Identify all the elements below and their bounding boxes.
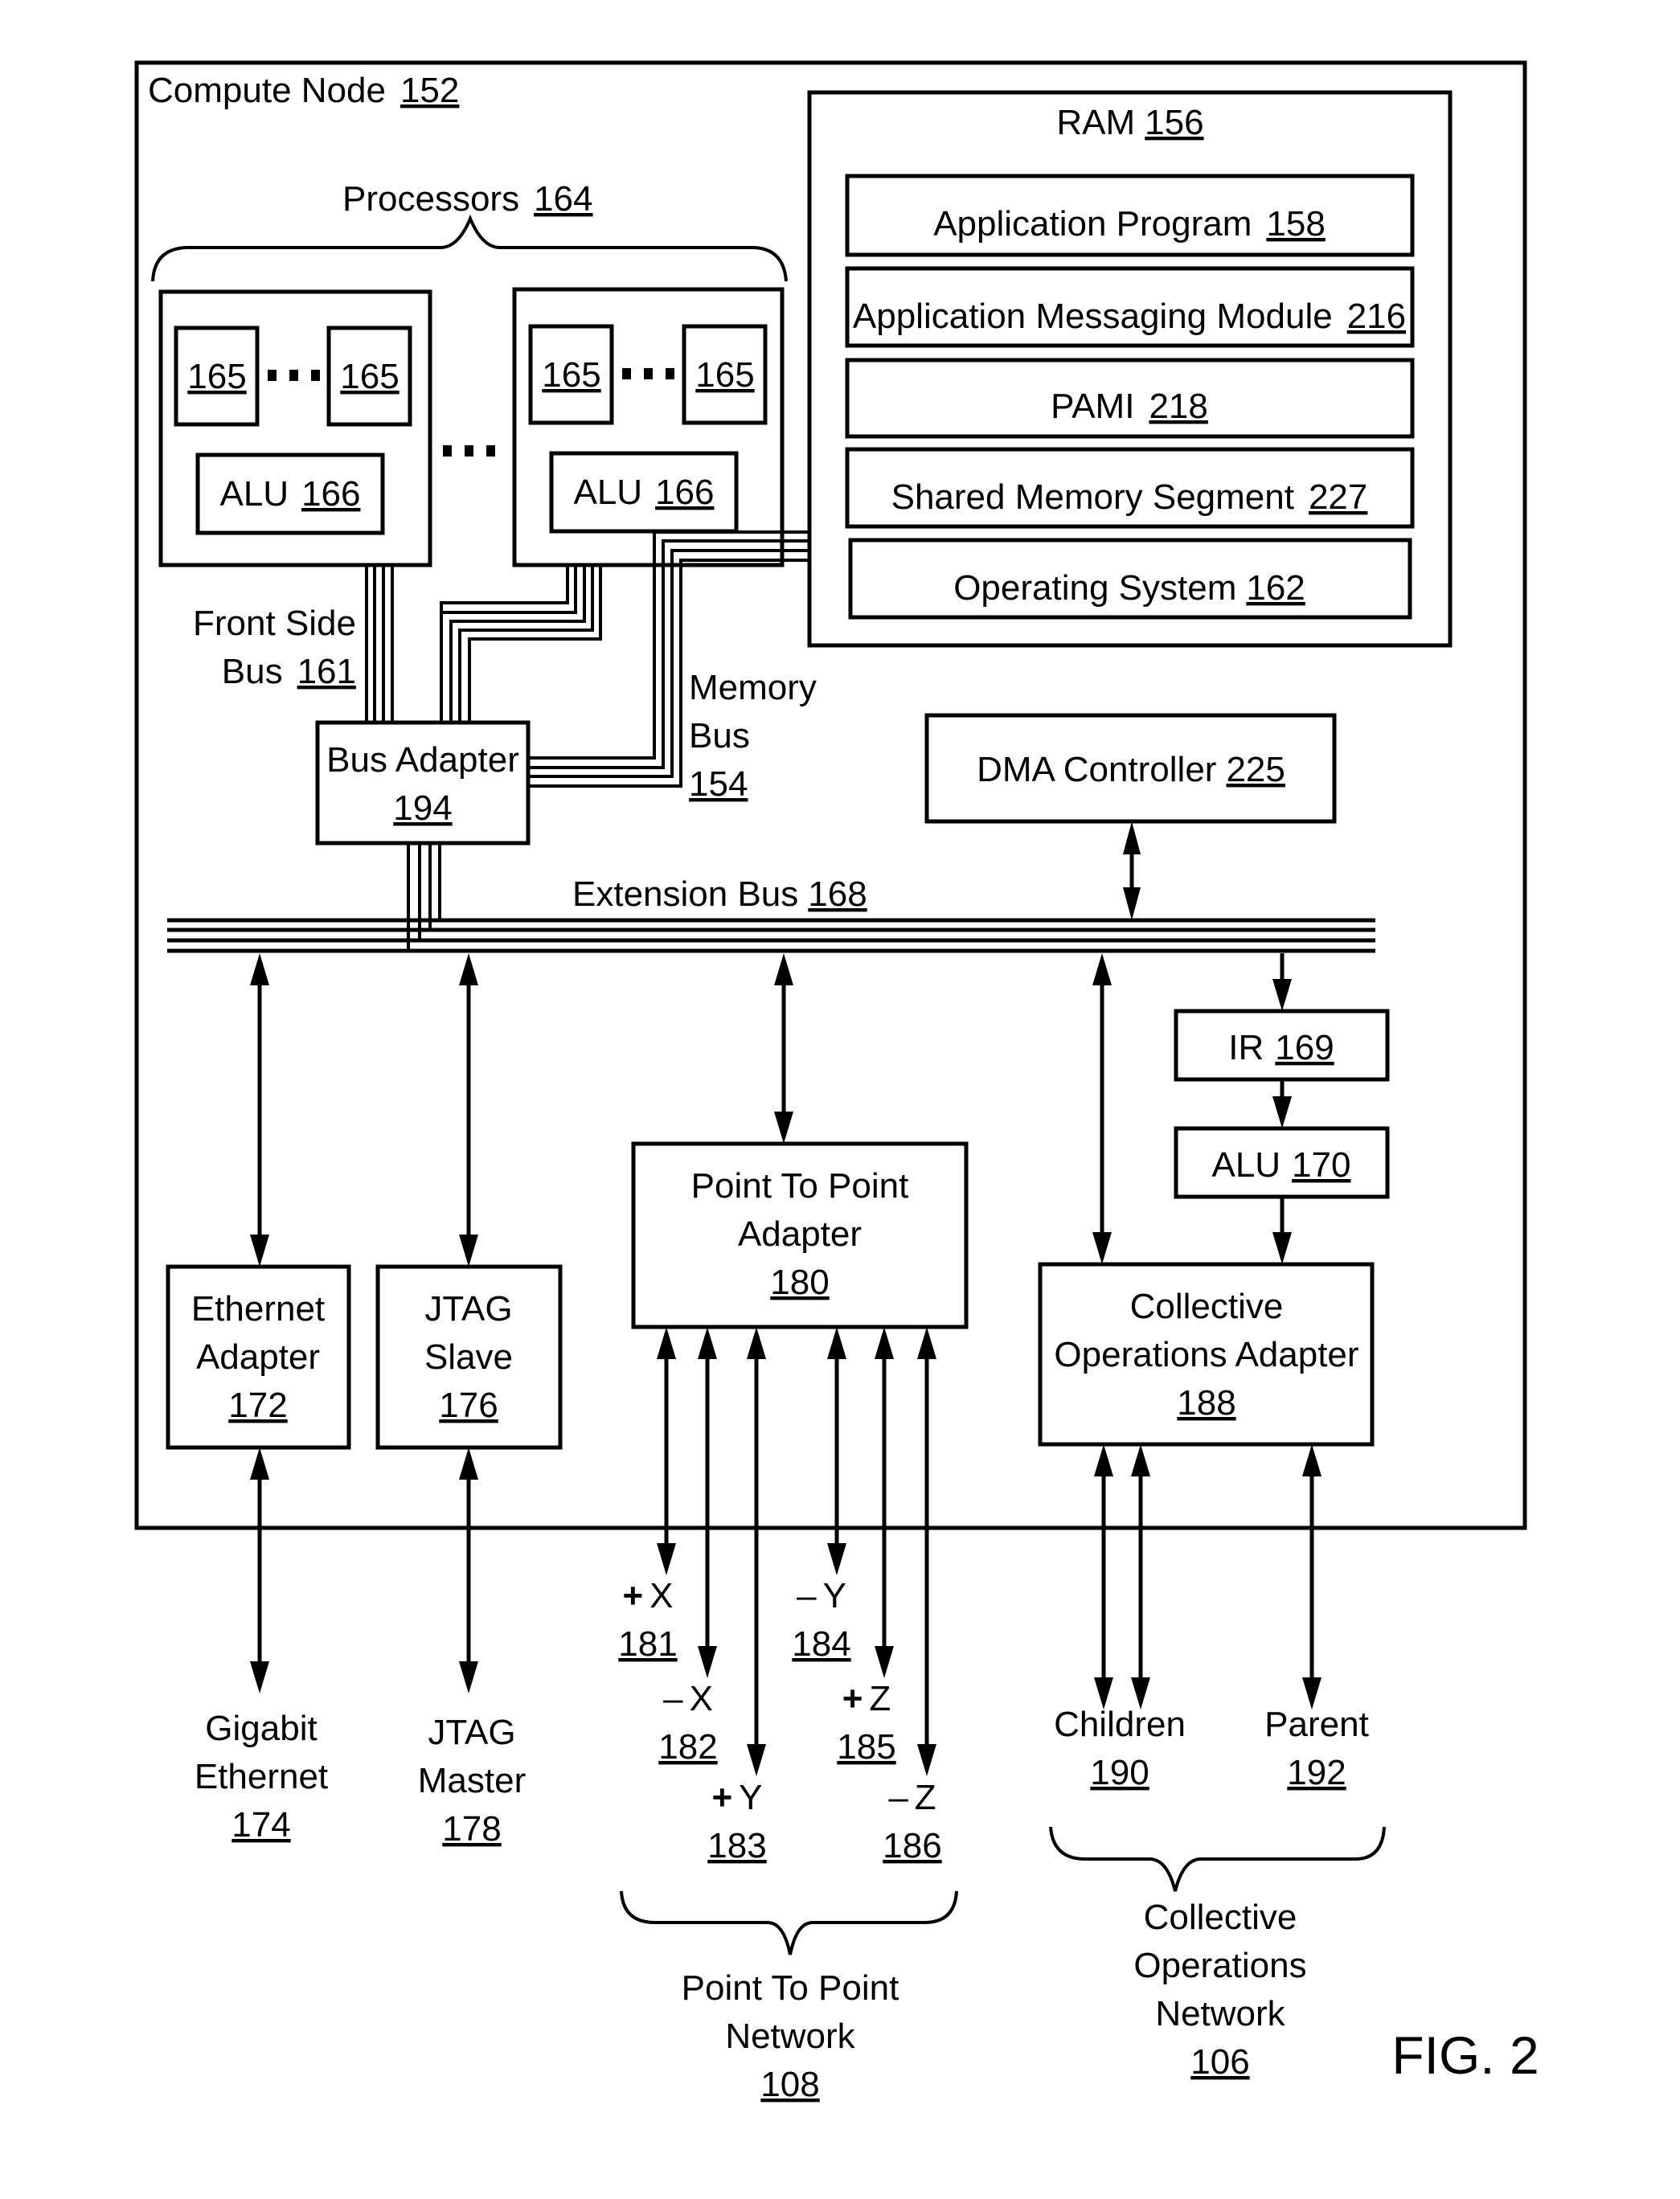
arrowhead xyxy=(459,1661,478,1693)
p2p-link-plus-z: + Z 185 xyxy=(837,1679,895,1767)
jtag-master-label: Master xyxy=(418,1761,526,1800)
children-label: Children xyxy=(1054,1705,1186,1744)
ethernet-adapter-ref: 172 xyxy=(228,1386,287,1425)
p2p-network-label: Point To Point xyxy=(682,1968,899,2008)
figure-label: FIG. 2 xyxy=(1391,2025,1539,2085)
svg-text:184: 184 xyxy=(792,1624,850,1664)
arrowhead xyxy=(747,1744,766,1776)
p2p-network-label: Network xyxy=(725,2017,855,2056)
ellipsis-dots xyxy=(622,368,674,379)
ram-label: RAM 156 xyxy=(1056,103,1203,142)
memory-bus-label: Bus xyxy=(689,716,750,756)
core-ref: 165 xyxy=(695,355,754,395)
collective-adapter-ref: 188 xyxy=(1177,1383,1235,1423)
collective-adapter-label: Operations Adapter xyxy=(1054,1335,1358,1374)
collective-network-label: Network xyxy=(1155,1994,1285,2033)
processors-label: Processors 164 xyxy=(342,179,593,219)
svg-text:185: 185 xyxy=(837,1727,895,1767)
parent-ref: 192 xyxy=(1287,1753,1346,1792)
core-ref: 165 xyxy=(340,357,399,396)
processor-2: 165 165 ALU 166 xyxy=(512,287,785,567)
svg-text:181: 181 xyxy=(618,1624,677,1664)
svg-text:186: 186 xyxy=(883,1826,941,1865)
dma-controller-label: DMA Controller 225 xyxy=(977,750,1285,789)
arrowhead xyxy=(657,1543,676,1575)
children-ref: 190 xyxy=(1090,1753,1149,1792)
extension-bus-label: Extension Bus 168 xyxy=(572,874,867,914)
arrowhead xyxy=(917,1744,936,1776)
memory-bus-ref: 154 xyxy=(689,764,748,804)
svg-text:+X: + X xyxy=(622,1576,673,1615)
jtag-slave-label: Slave xyxy=(424,1337,513,1377)
jtag-slave-ref: 176 xyxy=(439,1386,498,1425)
p2p-link-plus-y: + Y 183 xyxy=(707,1778,766,1865)
ethernet-adapter-label: Ethernet xyxy=(191,1289,325,1329)
p2p-network-ref: 108 xyxy=(760,2065,819,2104)
p2p-adapter-ref: 180 xyxy=(770,1263,829,1302)
jtag-slave-label: JTAG xyxy=(424,1289,512,1329)
compute-node-label: Compute Node 152 xyxy=(148,71,459,110)
core-ref: 165 xyxy=(542,355,600,395)
arrowhead xyxy=(875,1646,894,1678)
ir-label: IR 169 xyxy=(1228,1028,1334,1067)
gigabit-ethernet-label: Ethernet xyxy=(195,1757,328,1796)
p2p-link-minus-z: – Z 186 xyxy=(883,1778,941,1865)
p2p-network-brace xyxy=(620,1890,958,1955)
svg-text:+Y: + Y xyxy=(711,1778,762,1817)
svg-text:–X: – X xyxy=(663,1679,713,1718)
processors-ellipsis xyxy=(443,445,495,457)
alu-170-box xyxy=(1174,1126,1390,1199)
collective-network-ref: 106 xyxy=(1190,2042,1249,2082)
core-ref: 165 xyxy=(187,357,246,396)
arrowhead xyxy=(827,1543,846,1575)
collective-network-label: Operations xyxy=(1133,1946,1306,1985)
ellipsis-dots xyxy=(268,370,320,381)
ram-item-label: Application Program 158 xyxy=(933,204,1326,244)
ram-item-label: Application Messaging Module 216 xyxy=(853,297,1406,336)
svg-text:182: 182 xyxy=(658,1727,717,1767)
processor-1: 165 165 ALU 166 xyxy=(158,289,432,567)
p2p-link-minus-x: – X 182 xyxy=(658,1679,717,1767)
gigabit-ethernet-label: Gigabit xyxy=(205,1709,317,1748)
svg-text:+Z: + Z xyxy=(842,1679,891,1718)
ram-box: RAM 156 Application Program 158 Applicatio… xyxy=(807,90,1453,648)
memory-bus-label: Memory xyxy=(689,668,817,707)
collective-network-brace xyxy=(1049,1826,1386,1892)
ethernet-adapter-label: Adapter xyxy=(196,1337,320,1377)
arrowhead xyxy=(250,1661,269,1693)
p2p-link-plus-x: + X 181 xyxy=(618,1576,677,1664)
fig2-diagram: Compute Node 152 Processors 164 165 165 AL… xyxy=(134,60,1539,2104)
front-side-bus-label: Front Side xyxy=(193,604,356,643)
svg-text:–Z: – Z xyxy=(888,1778,936,1817)
gigabit-ethernet-ref: 174 xyxy=(232,1805,290,1845)
collective-adapter-label: Collective xyxy=(1130,1287,1284,1326)
bus-adapter-label: Bus Adapter xyxy=(326,740,519,780)
svg-text:–Y: – Y xyxy=(797,1576,846,1615)
bus-adapter-ref: 194 xyxy=(393,788,452,828)
p2p-adapter-label: Adapter xyxy=(738,1214,862,1254)
p2p-link-minus-y: – Y 184 xyxy=(792,1576,850,1664)
jtag-master-label: JTAG xyxy=(428,1713,515,1752)
svg-text:183: 183 xyxy=(707,1826,766,1865)
ram-item-label: PAMI 218 xyxy=(1051,387,1208,426)
collective-network-label: Collective xyxy=(1144,1898,1297,1937)
arrowhead xyxy=(698,1646,717,1678)
ram-item-label: Operating System 162 xyxy=(953,568,1305,608)
jtag-master-ref: 178 xyxy=(442,1809,501,1849)
parent-label: Parent xyxy=(1264,1705,1369,1744)
p2p-adapter-label: Point To Point xyxy=(691,1166,909,1206)
